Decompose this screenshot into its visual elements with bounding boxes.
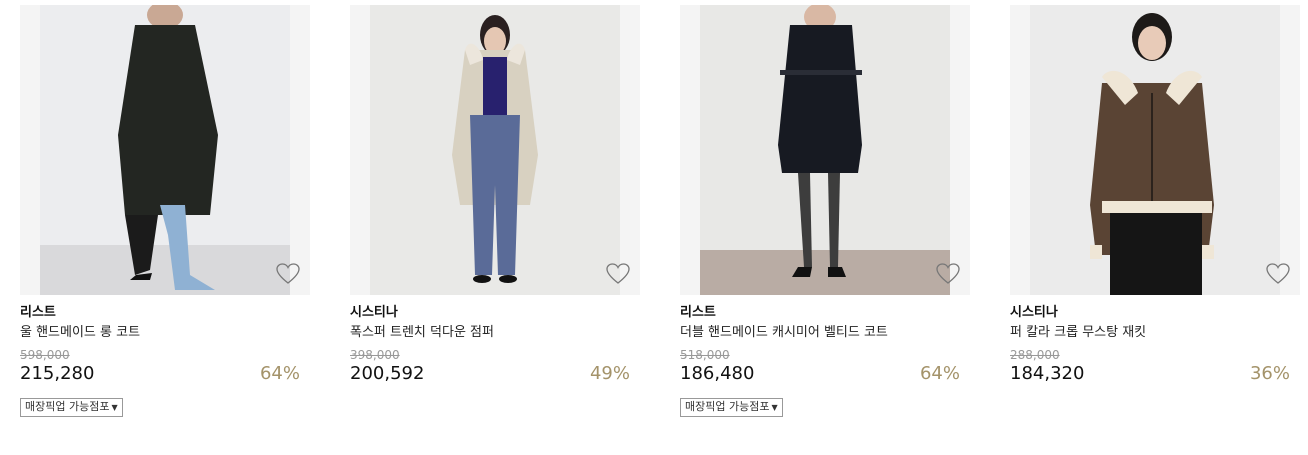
product-name[interactable]: 퍼 칼라 크롭 무스탕 재킷: [1010, 325, 1300, 341]
product-card[interactable]: 리스트 울 핸드메이드 롱 코트 598,000 215,280 64% 매장픽…: [20, 5, 310, 425]
product-image[interactable]: [1030, 5, 1280, 295]
product-thumbnail[interactable]: [20, 5, 310, 295]
product-card[interactable]: 시스티나 폭스퍼 트렌치 덕다운 점퍼 398,000 200,592 49%: [350, 5, 640, 425]
sale-price: 184,320: [1010, 363, 1085, 384]
store-pickup-dropdown[interactable]: 매장픽업 가능점포 ▼: [680, 398, 783, 417]
product-card[interactable]: 시스티나 퍼 칼라 크롭 무스탕 재킷 288,000 184,320 36%: [1010, 5, 1300, 425]
product-grid: 리스트 울 핸드메이드 롱 코트 598,000 215,280 64% 매장픽…: [20, 5, 1308, 455]
product-brand[interactable]: 시스티나: [1010, 305, 1300, 321]
original-price: 598,000: [20, 348, 70, 362]
wishlist-heart-icon[interactable]: [605, 262, 631, 286]
original-price: 398,000: [350, 348, 400, 362]
store-pickup-dropdown[interactable]: 매장픽업 가능점포 ▼: [20, 398, 123, 417]
product-image[interactable]: [40, 5, 290, 295]
store-pickup-label: 매장픽업 가능점포: [25, 400, 110, 413]
sale-price: 186,480: [680, 363, 755, 384]
product-card[interactable]: 리스트 더블 핸드메이드 캐시미어 벨티드 코트 518,000 186,480…: [680, 5, 970, 425]
product-thumbnail[interactable]: [680, 5, 970, 295]
discount-rate: 64%: [919, 363, 960, 384]
product-image[interactable]: [700, 5, 950, 295]
wishlist-heart-icon[interactable]: [935, 262, 961, 286]
product-brand[interactable]: 리스트: [20, 305, 310, 321]
product-brand[interactable]: 시스티나: [350, 305, 640, 321]
product-name[interactable]: 더블 핸드메이드 캐시미어 벨티드 코트: [680, 325, 970, 341]
sale-price: 200,592: [350, 363, 425, 384]
original-price: 288,000: [1010, 348, 1060, 362]
wishlist-heart-icon[interactable]: [275, 262, 301, 286]
product-name[interactable]: 폭스퍼 트렌치 덕다운 점퍼: [350, 325, 640, 341]
product-name[interactable]: 울 핸드메이드 롱 코트: [20, 325, 310, 341]
sale-price: 215,280: [20, 363, 95, 384]
product-thumbnail[interactable]: [350, 5, 640, 295]
caret-down-icon: ▼: [111, 403, 118, 412]
discount-rate: 49%: [589, 363, 630, 384]
original-price: 518,000: [680, 348, 730, 362]
discount-rate: 64%: [259, 363, 300, 384]
discount-rate: 36%: [1249, 363, 1290, 384]
caret-down-icon: ▼: [771, 403, 778, 412]
product-thumbnail[interactable]: [1010, 5, 1300, 295]
store-pickup-label: 매장픽업 가능점포: [685, 400, 770, 413]
product-image[interactable]: [370, 5, 620, 295]
product-brand[interactable]: 리스트: [680, 305, 970, 321]
wishlist-heart-icon[interactable]: [1265, 262, 1291, 286]
